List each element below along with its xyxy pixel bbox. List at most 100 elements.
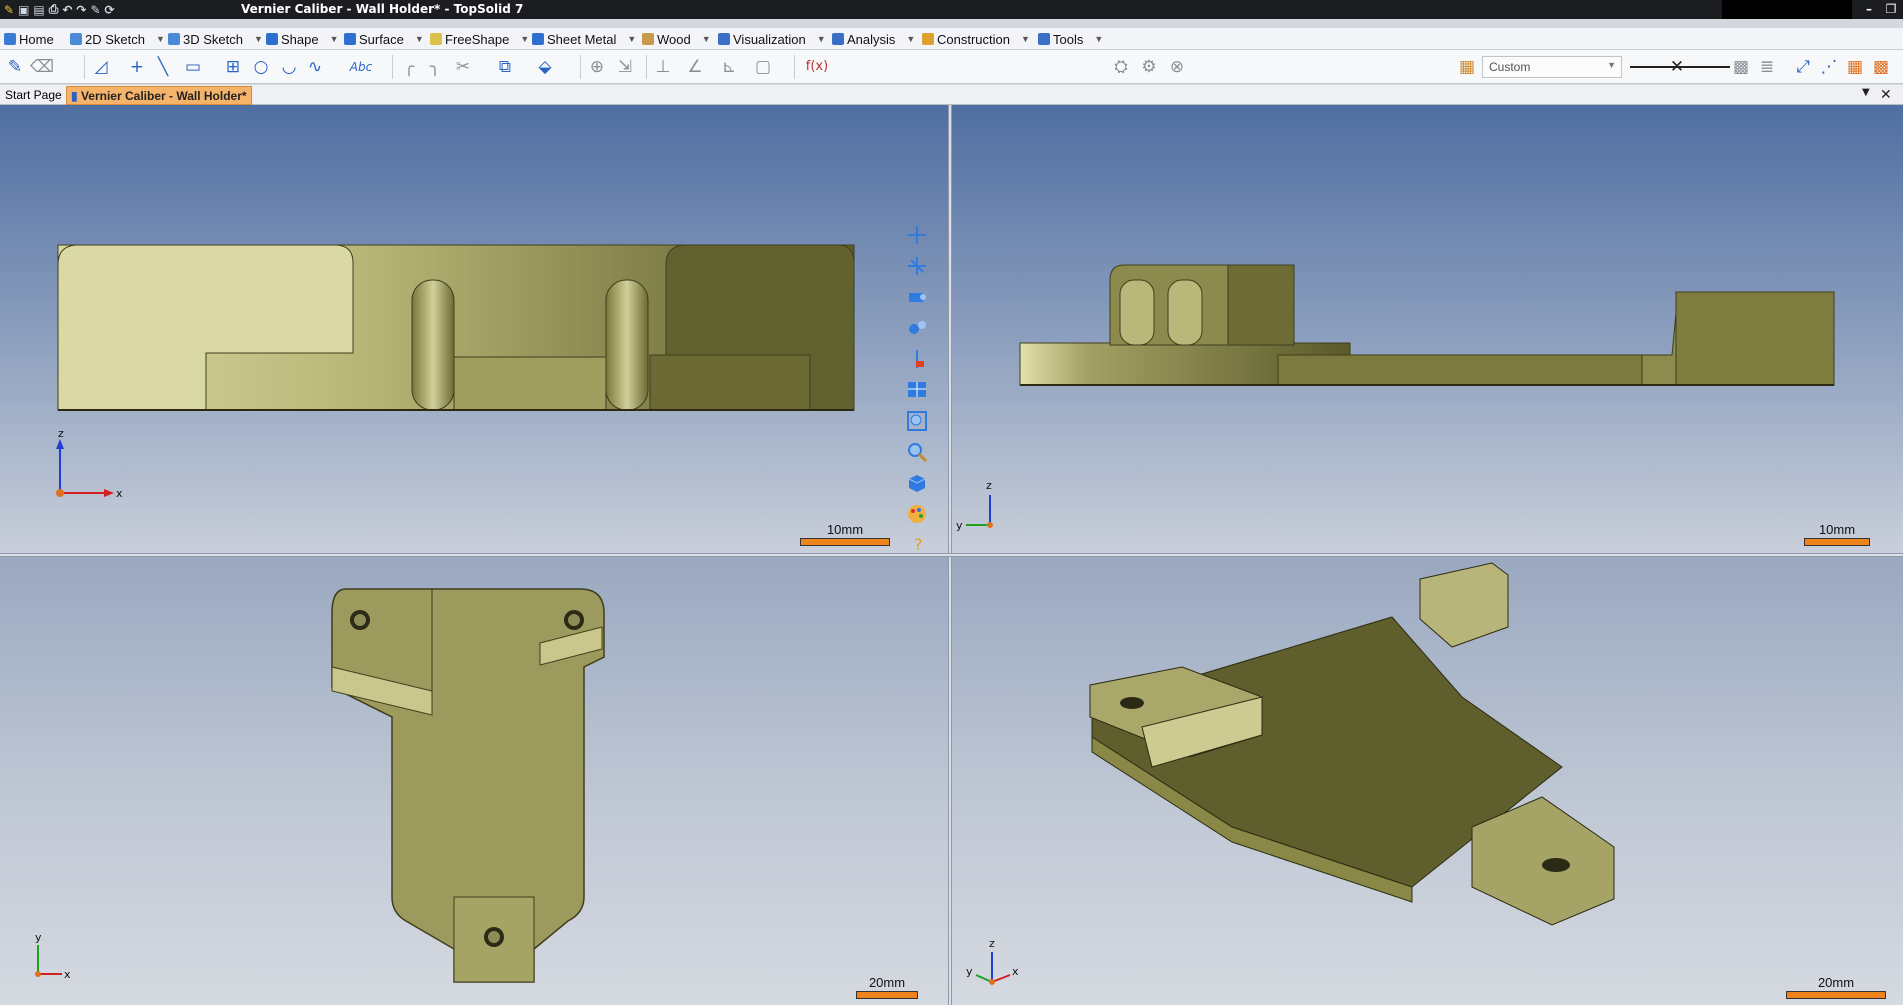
spline-icon[interactable]: ∿ [304, 57, 326, 77]
chevron-down-icon[interactable]: ▼ [817, 34, 826, 44]
split-view-icon[interactable] [904, 375, 930, 406]
ribbon-tabs: Home 2D Sketch ▼ 3D Sketch ▼ Shape ▼ Surfac… [0, 28, 1903, 50]
tab-tools[interactable]: Tools ▼ [1038, 30, 1103, 48]
tab-wood[interactable]: Wood ▼ [642, 30, 711, 48]
formula-button[interactable]: f(x) [802, 57, 832, 77]
chevron-down-icon[interactable]: ▼ [254, 34, 263, 44]
fillet-icon[interactable]: ╭ [398, 57, 420, 77]
zoom-icon[interactable] [904, 437, 930, 468]
tab-shape[interactable]: Shape ▼ [266, 30, 339, 48]
chevron-down-icon[interactable]: ▼ [1094, 34, 1103, 44]
chevron-down-icon[interactable]: ▼ [627, 34, 636, 44]
minimize-button[interactable]: – [1858, 0, 1880, 19]
snap-icon[interactable]: ⋰ [1818, 57, 1840, 77]
pattern-icon[interactable]: ▩ [1870, 57, 1892, 77]
text-tool[interactable]: Abc [346, 57, 376, 77]
save-all-icon[interactable]: ▤ [33, 3, 44, 17]
radius-icon[interactable]: ⊾ [718, 57, 740, 77]
chevron-down-icon[interactable]: ▼ [415, 34, 424, 44]
layers-icon[interactable]: ≣ [1756, 57, 1778, 77]
app-icon[interactable]: ✎ [4, 3, 14, 17]
scale-bar [800, 538, 890, 546]
arc-icon[interactable]: ◡ [278, 57, 300, 77]
light-icon[interactable] [904, 313, 930, 344]
style-combo-value: Custom [1489, 60, 1531, 74]
tab-freeshape[interactable]: FreeShape ▼ [430, 30, 529, 48]
document-icon: ▮ [71, 89, 78, 103]
select-icon[interactable]: ⤢ [1792, 57, 1814, 77]
dimension-icon[interactable]: ⇲ [614, 57, 636, 77]
show-icon[interactable]: ⚙ [1138, 57, 1160, 77]
hide-icon[interactable]: ⛭ [1110, 57, 1132, 77]
tab-label: Shape [281, 31, 319, 47]
angle-icon[interactable]: ∠ [684, 57, 706, 77]
chevron-down-icon[interactable]: ▼ [156, 34, 165, 44]
tab-3d-sketch[interactable]: 3D Sketch ▼ [168, 30, 263, 48]
layer-icon[interactable]: ▦ [1456, 57, 1478, 77]
scale-label: 10mm [826, 522, 864, 537]
point-icon[interactable]: + [126, 57, 148, 77]
palette-icon[interactable] [904, 499, 930, 530]
chevron-down-icon[interactable]: ▼ [520, 34, 529, 44]
viewport-top[interactable]: y x 20mm [0, 557, 948, 1005]
part-front-view [57, 244, 855, 411]
add-view-icon[interactable] [904, 220, 930, 251]
offset-icon[interactable]: ⧉ [494, 57, 516, 77]
tab-visualization[interactable]: Visualization ▼ [718, 30, 826, 48]
pencil-icon[interactable]: ✎ [4, 57, 26, 77]
orientation-icon[interactable] [904, 251, 930, 282]
tab-sheet-metal[interactable]: Sheet Metal ▼ [532, 30, 636, 48]
tab-construction[interactable]: Construction ▼ [922, 30, 1030, 48]
viewport-side[interactable]: z y 10mm [952, 105, 1903, 553]
rectangle-icon[interactable]: ▭ [182, 57, 204, 77]
frame-icon[interactable]: ▢ [752, 57, 774, 77]
viewport-splitter-horizontal[interactable] [0, 553, 1903, 557]
polyline-icon[interactable]: ◿ [90, 57, 112, 77]
circle-icon[interactable]: ○ [250, 57, 272, 77]
tab-active-document[interactable]: ▮ Vernier Caliber - Wall Holder* [66, 86, 252, 105]
trim-icon[interactable]: ✂ [452, 57, 474, 77]
section-icon[interactable] [904, 344, 930, 375]
camera-icon[interactable] [904, 282, 930, 313]
chevron-down-icon[interactable]: ▼ [906, 34, 915, 44]
chevron-down-icon: ▼ [1607, 60, 1616, 70]
redo-icon[interactable]: ↷ [76, 3, 86, 17]
save-icon[interactable]: ▣ [18, 3, 29, 17]
chevron-down-icon[interactable]: ▼ [1862, 87, 1870, 98]
edit-icon[interactable]: ✎ [90, 3, 100, 17]
help-icon[interactable]: ? [904, 530, 930, 553]
insert-icon[interactable]: ⊞ [222, 57, 244, 77]
close-icon[interactable]: ✕ [1880, 87, 1892, 103]
tab-surface[interactable]: Surface ▼ [344, 30, 424, 48]
chamfer-icon[interactable]: ╮ [424, 57, 446, 77]
refresh-icon[interactable]: ⟳ [105, 3, 115, 17]
viewport-iso[interactable]: z y x 20mm [952, 557, 1903, 1005]
eraser-icon[interactable]: ⌫ [30, 57, 54, 77]
tab-home[interactable]: Home [4, 30, 54, 48]
tab-analysis[interactable]: Analysis ▼ [832, 30, 915, 48]
chevron-down-icon[interactable]: ▼ [330, 34, 339, 44]
cross-icon[interactable]: ✕ [1666, 57, 1688, 77]
undo-icon[interactable]: ↶ [62, 3, 72, 17]
measure-icon[interactable]: ⊥ [652, 57, 674, 77]
zoom-fit-icon[interactable] [904, 406, 930, 437]
title-right-area [1722, 0, 1852, 19]
hatch-icon[interactable]: ▩ [1730, 57, 1752, 77]
chevron-down-icon[interactable]: ▼ [702, 34, 711, 44]
tab-start-page[interactable]: Start Page [1, 86, 66, 105]
constraint-icon[interactable]: ⊕ [586, 57, 608, 77]
tab-2d-sketch[interactable]: 2D Sketch ▼ [70, 30, 165, 48]
print-icon[interactable]: ⎙ [49, 2, 59, 17]
line-icon[interactable]: ╲ [152, 57, 174, 77]
tab-label: 3D Sketch [183, 31, 243, 47]
grid-icon[interactable]: ▦ [1844, 57, 1866, 77]
chevron-down-icon[interactable]: ▼ [1021, 34, 1030, 44]
viewport-front[interactable]: ? z x 10mm [0, 105, 948, 553]
part-iso-view [1089, 562, 1615, 926]
project-icon[interactable]: ⬙ [534, 57, 556, 77]
3d-view-icon[interactable] [904, 468, 930, 499]
filter-icon[interactable]: ⊗ [1166, 57, 1188, 77]
analysis-icon [832, 33, 844, 45]
style-combo[interactable]: Custom ▼ [1482, 56, 1622, 78]
restore-button[interactable]: ❐ [1880, 0, 1902, 19]
